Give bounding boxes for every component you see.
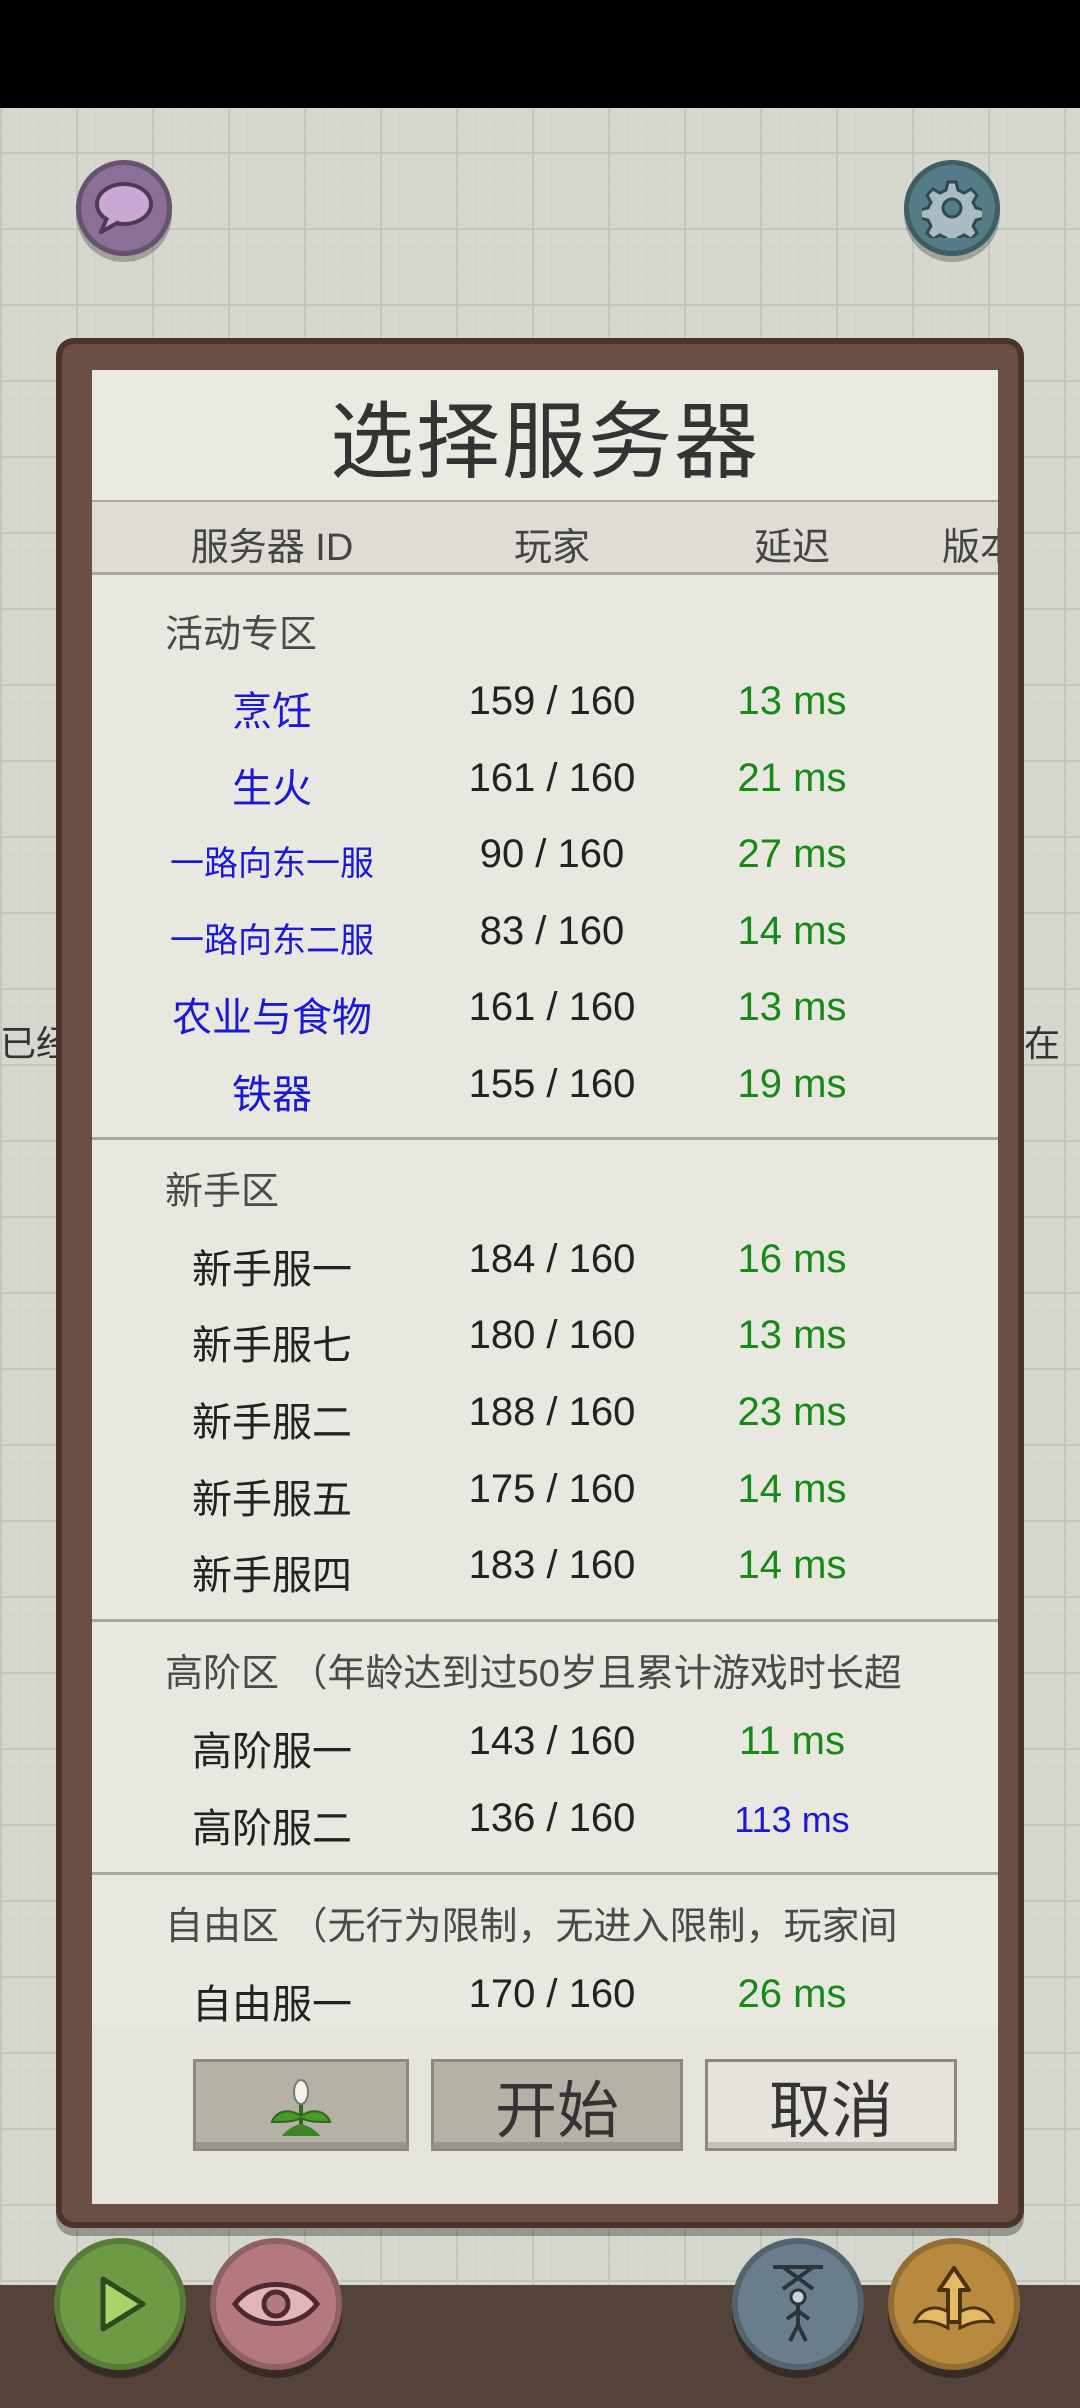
server-players: 90 / 160	[479, 832, 625, 876]
section-divider	[92, 1137, 998, 1140]
dialog-header: 选择服务器	[92, 370, 998, 503]
server-ping: 14 ms	[737, 1467, 847, 1511]
server-players: 184 / 160	[468, 1237, 636, 1281]
server-row[interactable]: 一路向东一服 90 / 160 27 ms	[92, 818, 998, 894]
server-name: 生火	[232, 767, 312, 811]
puppet-icon	[773, 2265, 823, 2342]
server-row[interactable]: 自由服一 170 / 160 26 ms	[92, 1958, 998, 2029]
section-divider	[92, 1872, 998, 1875]
server-players: 83 / 160	[479, 909, 625, 953]
server-players: 188 / 160	[468, 1390, 636, 1434]
column-header-ping[interactable]: 延迟	[672, 516, 912, 571]
gear-icon	[922, 180, 982, 238]
server-name: 新手服五	[192, 1478, 352, 1522]
server-ping: 13 ms	[737, 985, 847, 1029]
server-players: 183 / 160	[468, 1543, 636, 1587]
server-name: 农业与食物	[172, 996, 372, 1040]
play-button[interactable]	[54, 2238, 186, 2370]
server-row[interactable]: 新手服一 184 / 160 16 ms	[92, 1223, 998, 1299]
start-button[interactable]: 开始	[431, 2059, 683, 2151]
section-divider	[92, 1619, 998, 1622]
section-title-advanced: 高阶区 （年龄达到过50岁且累计游戏时长超	[165, 1653, 902, 1695]
server-name: 一路向东一服	[170, 845, 374, 883]
server-select-dialog: 选择服务器 服务器 ID 玩家 延迟 版本 活动专区 烹饪 159 / 160 …	[92, 370, 998, 2204]
play-icon	[100, 2276, 146, 2332]
server-row[interactable]: 新手服七 180 / 160 13 ms	[92, 1299, 998, 1375]
server-row[interactable]: 新手服二 188 / 160 23 ms	[92, 1376, 998, 1452]
server-row[interactable]: 新手服五 175 / 160 14 ms	[92, 1453, 998, 1529]
server-ping: 13 ms	[737, 679, 847, 723]
server-list[interactable]: 活动专区 烹饪 159 / 160 13 ms 生火 161 / 160 21 …	[92, 575, 998, 2029]
server-ping: 19 ms	[737, 1062, 847, 1106]
server-ping: 113 ms	[734, 1799, 850, 1840]
plant-button[interactable]	[193, 2059, 409, 2151]
status-bar	[0, 0, 1080, 108]
section-title-event: 活动专区	[165, 614, 318, 656]
server-row[interactable]: 新手服四 183 / 160 14 ms	[92, 1529, 998, 1605]
server-players: 170 / 160	[468, 1972, 636, 2016]
server-name: 新手服二	[192, 1401, 352, 1445]
server-row[interactable]: 高阶服一 143 / 160 11 ms	[92, 1705, 998, 1781]
chat-button[interactable]	[76, 160, 172, 256]
view-button[interactable]	[210, 2238, 342, 2370]
section-title-free: 自由区 （无行为限制，无进入限制，玩家间	[165, 1906, 898, 1948]
server-name: 烹饪	[232, 690, 312, 734]
column-header-players[interactable]: 玩家	[452, 516, 652, 571]
server-players: 155 / 160	[468, 1062, 636, 1106]
server-row[interactable]: 烹饪 159 / 160 13 ms	[92, 665, 998, 741]
server-players: 159 / 160	[468, 679, 636, 723]
server-ping: 23 ms	[737, 1390, 847, 1434]
server-row[interactable]: 生火 161 / 160 21 ms	[92, 742, 998, 818]
dialog-title: 选择服务器	[329, 394, 760, 489]
puppet-button[interactable]	[732, 2238, 864, 2370]
server-ping: 13 ms	[737, 1313, 847, 1357]
server-ping: 16 ms	[737, 1237, 847, 1281]
server-ping: 11 ms	[739, 1719, 845, 1763]
eye-icon	[231, 2282, 321, 2326]
server-row[interactable]: 铁器 155 / 160 19 ms	[92, 1048, 998, 1124]
server-players: 180 / 160	[468, 1313, 636, 1357]
sprout-icon	[270, 2079, 332, 2136]
server-name: 新手服一	[192, 1248, 352, 1292]
column-header-version[interactable]: 版本	[942, 516, 998, 571]
server-ping: 26 ms	[737, 1972, 847, 2016]
server-ping: 14 ms	[737, 909, 847, 953]
server-players: 161 / 160	[468, 756, 636, 800]
server-row[interactable]: 一路向东二服 83 / 160 14 ms	[92, 895, 998, 971]
server-players: 175 / 160	[468, 1467, 636, 1511]
server-name: 自由服一	[192, 1983, 352, 2027]
upgrade-button[interactable]	[888, 2238, 1020, 2370]
server-players: 136 / 160	[468, 1796, 636, 1840]
server-name: 高阶服一	[192, 1730, 352, 1774]
background-text-right: 在	[1024, 1023, 1061, 1064]
section-title-newbie: 新手区	[165, 1171, 280, 1213]
server-row[interactable]: 农业与食物 161 / 160 13 ms	[92, 971, 998, 1047]
server-players: 161 / 160	[468, 985, 636, 1029]
server-players: 143 / 160	[468, 1719, 636, 1763]
winged-arrow-icon	[912, 2266, 996, 2331]
server-name: 高阶服二	[192, 1807, 352, 1851]
server-name: 新手服四	[192, 1554, 352, 1598]
server-name: 铁器	[232, 1073, 312, 1117]
cancel-button[interactable]: 取消	[705, 2059, 957, 2151]
dialog-button-bar: 开始 取消	[92, 2029, 998, 2204]
server-ping: 21 ms	[737, 756, 847, 800]
chat-bubble-icon	[95, 182, 153, 234]
table-header: 服务器 ID 玩家 延迟 版本	[92, 502, 998, 575]
server-ping: 27 ms	[737, 832, 847, 876]
server-row[interactable]: 高阶服二 136 / 160 113 ms	[92, 1782, 998, 1858]
settings-button[interactable]	[904, 160, 1000, 256]
server-name: 一路向东二服	[170, 922, 374, 960]
server-name: 新手服七	[192, 1324, 352, 1368]
server-ping: 14 ms	[737, 1543, 847, 1587]
column-header-server-id[interactable]: 服务器 ID	[92, 516, 452, 571]
